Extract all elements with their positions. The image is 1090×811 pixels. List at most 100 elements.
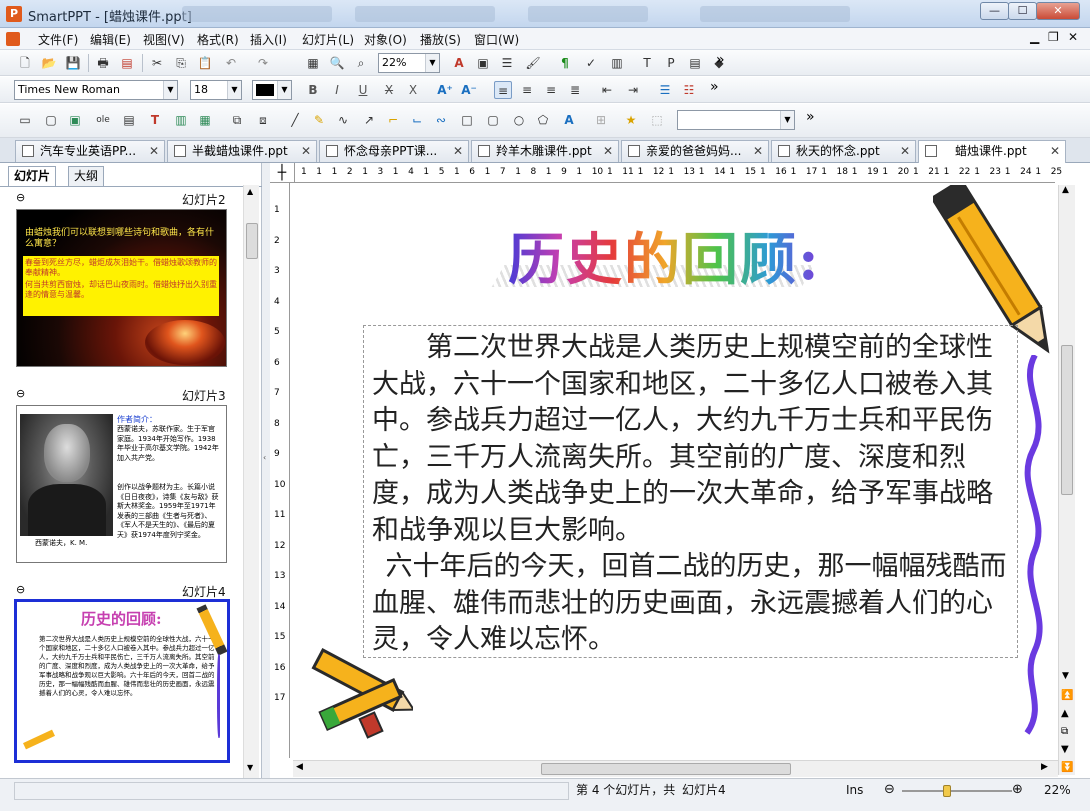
slide-thumbnail-selected[interactable]: 历史的回顾: 第二次世界大战是人类历史上规模空前的全球性大战，六十一个国家和地区… (14, 599, 230, 763)
italic-icon[interactable]: I (328, 81, 346, 99)
new-file-icon[interactable]: 🗋 (16, 54, 34, 72)
slide-view-icon[interactable]: ⧉ (1061, 726, 1068, 737)
align-right-icon[interactable]: ≡ (542, 81, 560, 99)
frame-icon[interactable]: ▤ (120, 111, 138, 129)
doc-tab[interactable]: 怀念母亲PPT课... ✕ (319, 140, 469, 162)
grow-font-icon[interactable]: A⁺ (436, 81, 454, 99)
doc-tab[interactable]: 秋天的怀念.ppt ✕ (771, 140, 916, 162)
cut-icon[interactable]: ✂ (148, 54, 166, 72)
font-color-select[interactable]: ▼ (252, 80, 292, 100)
menu-view[interactable]: 视图(V) (143, 31, 185, 48)
menu-format[interactable]: 格式(R) (197, 31, 239, 48)
mdi-restore-icon[interactable]: ❐ (1048, 30, 1059, 44)
doc-tab[interactable]: 汽车专业英语PP... ✕ (15, 140, 165, 162)
pilcrow-icon[interactable]: ¶ (556, 54, 574, 72)
menu-object[interactable]: 对象(O) (364, 31, 407, 48)
picture-icon[interactable]: ▣ (66, 111, 84, 129)
minimize-button[interactable]: — (980, 2, 1009, 20)
zoom-select[interactable]: 22% ▼ (378, 53, 440, 73)
text-frame-icon[interactable]: T (146, 111, 164, 129)
layout-icon[interactable]: ▤ (686, 54, 704, 72)
shape-frame-icon[interactable]: ▢ (42, 111, 60, 129)
ellipse-icon[interactable]: ○ (510, 111, 528, 129)
undo-icon[interactable]: ↶ (222, 54, 240, 72)
slide-thumbnail[interactable]: 西蒙诺夫，K. M. 作者简介： 西蒙诺夫，苏联作家。生于军官家庭。1934年开… (16, 405, 227, 563)
line-icon[interactable]: ╱ (286, 111, 304, 129)
toolbar-overflow-icon[interactable]: » (806, 109, 815, 125)
menu-insert[interactable]: 插入(I) (250, 31, 287, 48)
paste-icon[interactable]: 📋 (196, 54, 214, 72)
ole-object-icon[interactable]: ole (94, 111, 112, 129)
rounded-rect-icon[interactable]: ▢ (484, 111, 502, 129)
first-slide-icon[interactable]: ⏫ (1061, 690, 1073, 701)
curve-icon[interactable]: ∿ (334, 111, 352, 129)
pencil-icon[interactable]: ✎ (310, 111, 328, 129)
close-tab-icon[interactable]: ✕ (1050, 141, 1060, 161)
menu-window[interactable]: 窗口(W) (474, 31, 519, 48)
slide-thumbnail[interactable]: 由蜡烛我们可以联想到哪些诗句和歌曲，各有什么寓意？ 春蚕到死丝方尽，蜡炬成灰泪始… (16, 209, 227, 367)
bullet-list-icon[interactable]: ☰ (656, 81, 674, 99)
zoom-slider-knob[interactable] (942, 785, 951, 797)
scroll-up-icon[interactable]: ▲ (247, 187, 253, 196)
scroll-up-icon[interactable]: ▲ (1062, 185, 1069, 195)
zoom-icon[interactable]: 🔍 (328, 54, 346, 72)
indent-increase-icon[interactable]: ⇥ (624, 81, 642, 99)
custom-shape-icon[interactable]: ⬠ (534, 111, 552, 129)
maximize-button[interactable]: ☐ (1008, 2, 1037, 20)
zoom-in-icon[interactable]: ⊕ (1012, 783, 1023, 799)
zoom-out-icon[interactable]: ⊖ (884, 783, 895, 799)
align-center-icon[interactable]: ≡ (518, 81, 536, 99)
shrink-font-icon[interactable]: A⁻ (460, 81, 478, 99)
slide-horizontal-scrollbar[interactable]: ◀ ▶ (293, 760, 1058, 777)
strikethrough-icon[interactable]: X (380, 81, 398, 99)
style-select[interactable]: ▼ (677, 110, 795, 130)
print-icon[interactable]: 🖶 (94, 54, 112, 72)
scroll-down-icon[interactable]: ▼ (247, 763, 253, 772)
zoom-slider-track[interactable] (902, 790, 1012, 792)
rectangle-icon[interactable]: □ (458, 111, 476, 129)
slide-text-box[interactable]: 第二次世界大战是人类历史上规模空前的全球性大战，六十一个国家和地区，二十多亿人口… (363, 325, 1018, 658)
tab-outline[interactable]: 大纲 (68, 166, 105, 186)
format-painter-icon[interactable]: 🖌 (524, 54, 542, 72)
list-icon[interactable]: ☰ (498, 54, 516, 72)
image-icon[interactable]: ▣ (474, 54, 492, 72)
find-icon[interactable]: ⌕ (352, 54, 370, 72)
doc-tab-active[interactable]: 蜡烛课件.ppt ✕ (918, 140, 1066, 163)
presentation-icon[interactable]: P (662, 54, 680, 72)
panel-scroll-thumb[interactable] (246, 223, 258, 259)
menu-file[interactable]: 文件(F) (38, 31, 78, 48)
collapse-icon[interactable]: ‹ (263, 453, 266, 462)
slide-title[interactable]: 历史的回顾: (508, 215, 821, 296)
scroll-down-icon[interactable]: ▼ (1062, 671, 1069, 681)
close-tab-icon[interactable]: ✕ (149, 141, 159, 161)
scroll-right-icon[interactable]: ▶ (1041, 762, 1048, 772)
menu-edit[interactable]: 编辑(E) (90, 31, 131, 48)
arrow-icon[interactable]: ↗ (360, 111, 378, 129)
redo-icon[interactable]: ↷ (254, 54, 272, 72)
ruler-corner-icon[interactable]: ┼ (270, 163, 295, 183)
splitter[interactable]: ‹ (262, 163, 270, 778)
close-button[interactable]: ✕ (1036, 2, 1080, 20)
close-tab-icon[interactable]: ✕ (900, 141, 910, 161)
justify-icon[interactable]: ≣ (566, 81, 584, 99)
shape-rect-icon[interactable]: ▭ (16, 111, 34, 129)
table-frame-icon[interactable]: ▦ (196, 111, 214, 129)
open-folder-icon[interactable]: 📂 (40, 54, 58, 72)
bold-icon[interactable]: B (304, 81, 322, 99)
chart-frame-icon[interactable]: ▥ (172, 111, 190, 129)
slide-canvas[interactable]: 历史的回顾: 第二次世界大战是人类历史上规模空前的全球性大战，六十一个国家和地区… (293, 185, 1058, 760)
tab-slides[interactable]: 幻灯片 (8, 166, 57, 186)
select-objects-icon[interactable]: ⬚ (648, 111, 666, 129)
h-scroll-thumb[interactable] (541, 763, 791, 775)
doc-tab[interactable]: 半截蜡烛课件.ppt ✕ (167, 140, 317, 162)
doc-tab[interactable]: 亲爱的爸爸妈妈... ✕ (621, 140, 769, 162)
close-tab-icon[interactable]: ✕ (603, 141, 613, 161)
chart-icon[interactable]: ▥ (608, 54, 626, 72)
wordart-icon[interactable]: A (560, 111, 578, 129)
menu-slide[interactable]: 幻灯片(L) (302, 31, 354, 48)
underline-icon[interactable]: U (354, 81, 372, 99)
slide-scroll-thumb[interactable] (1061, 345, 1073, 495)
group-icon[interactable]: ⧉ (228, 111, 246, 129)
doc-tab[interactable]: 羚羊木雕课件.ppt ✕ (471, 140, 619, 162)
align-objects-icon[interactable]: ⊞ (592, 111, 610, 129)
